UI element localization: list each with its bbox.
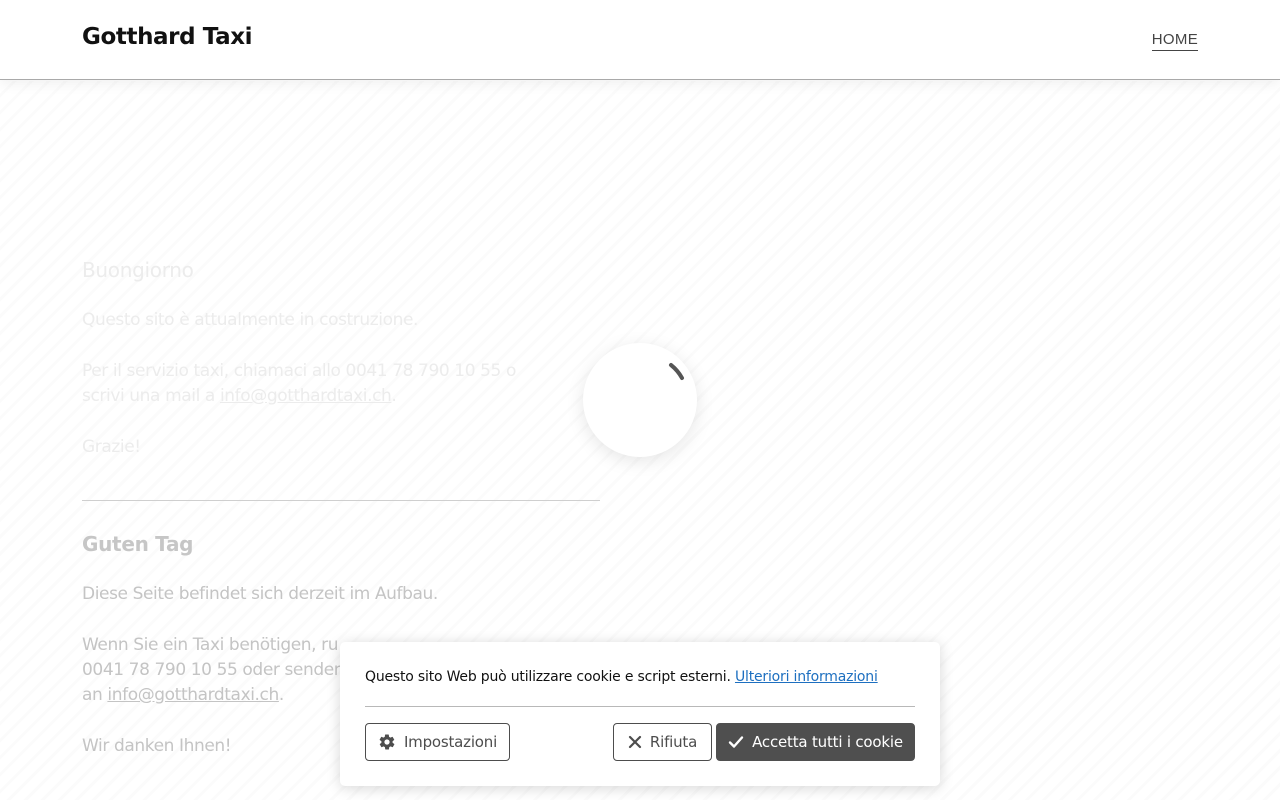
cookie-consent-banner: Questo sito Web può utilizzare cookie e … [340,642,940,786]
site-logo[interactable]: Gotthard Taxi [82,24,253,50]
german-line-1: Diese Seite befindet sich derzeit im Auf… [82,584,438,604]
italian-line-2a: Per il servizio taxi, chiamaci allo 0041… [82,361,516,381]
italian-line-2b-text: scrivi una mail a [82,386,220,406]
cookie-accept-all-button[interactable]: Accetta tutti i cookie [716,723,915,761]
italian-line-1: Questo sito è attualmente in costruzione… [82,310,419,330]
italian-line-2b: scrivi una mail a info@gotthardtaxi.ch. [82,384,602,409]
cookie-divider [365,706,915,707]
section-divider [82,500,600,501]
cookie-more-info-link[interactable]: Ulteriori informazioni [735,669,878,685]
cookie-settings-button[interactable]: Impostazioni [365,723,510,761]
loading-spinner-icon [669,363,684,380]
italian-email-link[interactable]: info@gotthardtaxi.ch [220,386,392,406]
italian-section: Buongiorno Questo sito è attualmente in … [82,256,602,460]
italian-heading: Buongiorno [82,258,194,282]
loading-spinner [583,343,697,457]
close-icon [628,735,641,749]
site-header: Gotthard Taxi HOME [0,0,1280,80]
german-line-2c-period: . [278,685,284,705]
cookie-reject-button[interactable]: Rifiuta [613,723,712,761]
cookie-message: Questo sito Web può utilizzare cookie e … [365,669,878,685]
cookie-message-text: Questo sito Web può utilizzare cookie e … [365,669,735,685]
cookie-reject-label: Rifiuta [649,733,698,751]
german-line-2c-text: an [82,685,108,705]
checkmark-icon [728,736,744,748]
german-heading: Guten Tag [82,532,194,556]
german-email-link[interactable]: info@gotthardtaxi.ch [107,685,279,705]
cookie-accept-label: Accetta tutti i cookie [752,733,903,751]
nav-home-link[interactable]: HOME [1151,31,1198,51]
gear-icon [379,734,395,750]
cookie-settings-label: Impostazioni [403,733,498,751]
italian-line-2b-period: . [391,386,397,406]
italian-thanks: Grazie! [82,437,141,457]
